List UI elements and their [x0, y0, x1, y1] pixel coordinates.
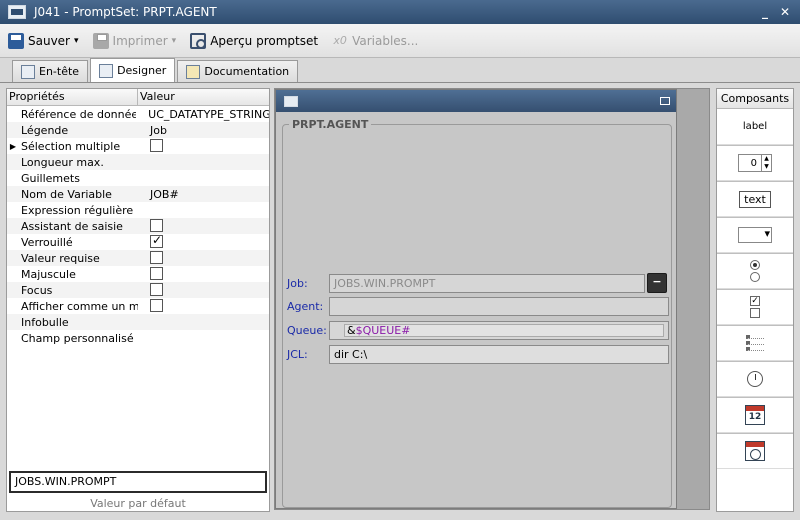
table-row[interactable]: Majuscule	[7, 266, 269, 282]
properties-header: Propriétés Valeur	[7, 89, 269, 106]
print-button[interactable]: Imprimer ▾	[92, 32, 177, 49]
agent-input[interactable]	[329, 297, 669, 316]
required-value-checkbox[interactable]	[150, 251, 163, 264]
component-combobox[interactable]	[717, 217, 793, 253]
component-time[interactable]	[717, 361, 793, 397]
calendar-icon: 12	[745, 405, 765, 425]
form-window-icon	[284, 95, 298, 107]
table-row[interactable]: Champ personnalisé	[7, 330, 269, 346]
job-label: Job:	[287, 276, 308, 290]
tab-bar: En-tête Designer Documentation	[0, 58, 800, 83]
tab-designer[interactable]: Designer	[90, 58, 176, 82]
documentation-icon	[186, 64, 201, 79]
locked-checkbox[interactable]	[150, 234, 163, 248]
component-label[interactable]: label	[717, 109, 793, 145]
component-radio[interactable]	[717, 253, 793, 289]
value-column-header[interactable]: Valeur	[138, 89, 175, 105]
minimize-icon[interactable]: _	[758, 5, 772, 19]
table-row[interactable]: Afficher comme un mo...	[7, 298, 269, 314]
job-input[interactable]: JOBS.WIN.PROMPT	[329, 273, 645, 293]
checkbox-icon: ✓	[750, 296, 760, 318]
table-row[interactable]: Légende Job	[7, 122, 269, 138]
current-row-marker-icon: ▶	[9, 141, 17, 151]
multi-select-checkbox[interactable]	[150, 139, 163, 152]
toolbar: Sauver ▾ Imprimer ▾ Aperçu promptset x0 …	[0, 24, 800, 58]
designer-canvas: PRPT.AGENT Job: JOBS.WIN.PROMPT − Agent:…	[274, 88, 710, 510]
table-row[interactable]: Focus	[7, 282, 269, 298]
window-title: J041 - PromptSet: PRPT.AGENT	[34, 5, 217, 19]
component-checkbox[interactable]: ✓	[717, 289, 793, 325]
preview-icon	[190, 32, 207, 49]
checklist-icon	[746, 335, 764, 351]
save-button[interactable]: Sauver ▾	[8, 32, 79, 49]
table-row[interactable]: Valeur requise	[7, 250, 269, 266]
table-row[interactable]: Longueur max.	[7, 154, 269, 170]
spinner-icon: 0 ▲ ▼	[738, 154, 772, 172]
tab-documentation[interactable]: Documentation	[177, 60, 299, 82]
printer-icon	[92, 32, 109, 49]
title-bar: J041 - PromptSet: PRPT.AGENT _ ✕	[0, 0, 800, 24]
input-assistant-checkbox[interactable]	[150, 219, 163, 232]
agent-label: Agent:	[287, 300, 324, 313]
table-row[interactable]: Référence de données UC_DATATYPE_STRING	[7, 106, 269, 122]
table-row[interactable]: Assistant de saisie	[7, 218, 269, 234]
chevron-down-icon[interactable]: ▾	[74, 36, 79, 46]
tab-header[interactable]: En-tête	[12, 60, 89, 82]
radio-group-icon	[750, 260, 760, 282]
maximize-icon[interactable]	[660, 97, 670, 105]
component-text[interactable]: text	[717, 181, 793, 217]
table-row[interactable]: Expression régulière	[7, 202, 269, 218]
default-value-input[interactable]: JOBS.WIN.PROMPT	[9, 471, 267, 493]
properties-list: Référence de données UC_DATATYPE_STRING L…	[7, 106, 269, 346]
table-row[interactable]: Infobulle	[7, 314, 269, 330]
jcl-input[interactable]: dir C:\	[329, 345, 669, 364]
floppy-disk-icon	[8, 32, 24, 49]
queue-input[interactable]: &$QUEUE#	[329, 321, 669, 340]
components-panel: Composants label 0▲▼ text ✓ 12	[716, 88, 794, 512]
properties-panel: Propriétés Valeur Référence de données UC…	[6, 88, 270, 512]
table-row[interactable]: Guillemets	[7, 170, 269, 186]
variables-button[interactable]: x0 Variables...	[332, 33, 418, 49]
show-as-checkbox[interactable]	[150, 299, 163, 312]
textbox-icon: text	[739, 190, 771, 208]
designer-icon	[99, 63, 114, 78]
dropdown-icon	[738, 227, 772, 243]
components-title: Composants	[717, 89, 793, 109]
collapse-button[interactable]: −	[647, 273, 667, 293]
clock-icon	[747, 371, 763, 387]
component-checklist[interactable]	[717, 325, 793, 361]
component-date[interactable]: 12	[717, 397, 793, 433]
agent-field-row: Agent:	[287, 297, 669, 316]
focus-checkbox[interactable]	[150, 283, 163, 296]
jcl-label: JCL:	[287, 348, 308, 361]
preview-promptset-button[interactable]: Aperçu promptset	[190, 32, 318, 49]
table-row[interactable]: ▶ Sélection multiple	[7, 138, 269, 154]
component-number[interactable]: 0 ▲ ▼	[717, 145, 793, 181]
chevron-down-icon[interactable]: ▾	[172, 36, 177, 46]
group-title: PRPT.AGENT	[289, 118, 372, 131]
table-row[interactable]: Verrouillé	[7, 234, 269, 250]
default-value-label: Valeur par défaut	[90, 497, 186, 510]
uppercase-checkbox[interactable]	[150, 267, 163, 280]
properties-column-header[interactable]: Propriétés	[7, 89, 138, 105]
promptset-form[interactable]: PRPT.AGENT Job: JOBS.WIN.PROMPT − Agent:…	[275, 89, 677, 509]
jcl-field-row: JCL: dir C:\	[287, 345, 669, 364]
calendar-clock-icon	[745, 441, 765, 461]
header-icon	[21, 64, 35, 79]
table-row[interactable]: Nom de Variable JOB#	[7, 186, 269, 202]
app-window-icon	[8, 5, 26, 19]
close-icon[interactable]: ✕	[778, 5, 792, 19]
variables-icon: x0	[333, 33, 347, 47]
queue-field-row: Queue: &$QUEUE#	[287, 321, 669, 340]
prompt-group[interactable]: PRPT.AGENT Job: JOBS.WIN.PROMPT − Agent:…	[282, 118, 672, 508]
job-field-row: Job: JOBS.WIN.PROMPT −	[287, 273, 667, 293]
component-datetime[interactable]	[717, 433, 793, 469]
form-header	[276, 90, 676, 112]
queue-label: Queue:	[287, 324, 327, 337]
